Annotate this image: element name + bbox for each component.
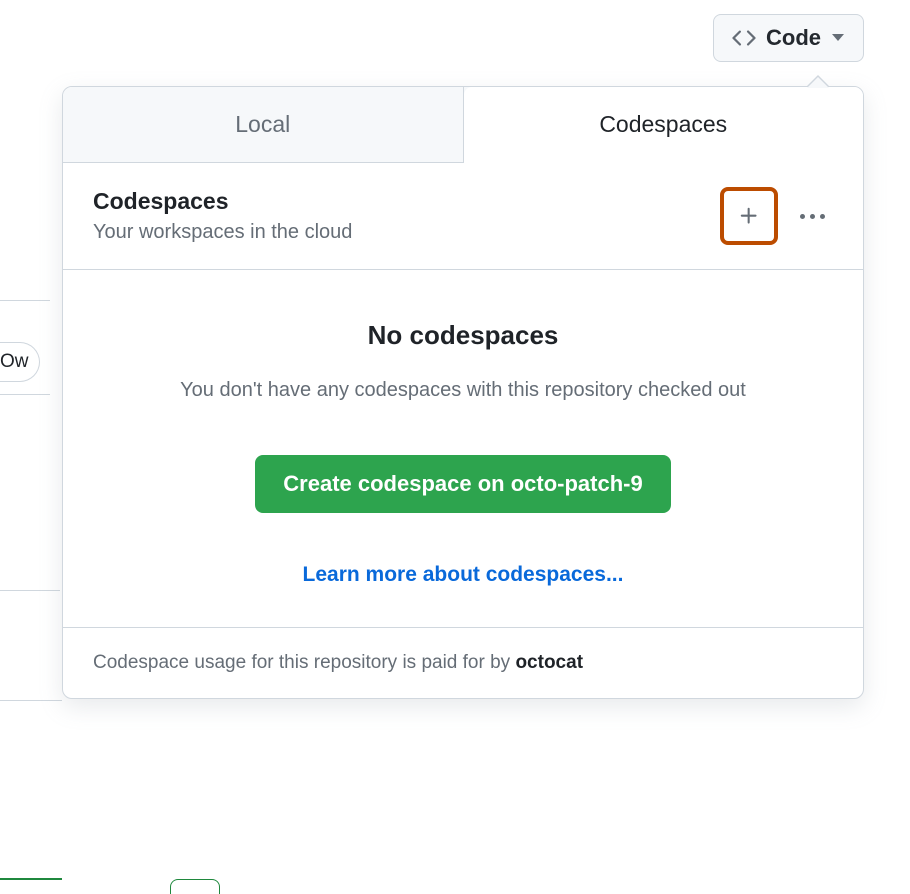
dot-icon — [810, 214, 815, 219]
kebab-menu-button[interactable] — [792, 206, 833, 227]
code-icon — [732, 26, 756, 50]
create-codespace-button[interactable]: Create codespace on octo-patch-9 — [255, 455, 670, 513]
add-codespace-button[interactable] — [720, 187, 778, 245]
codespaces-header: Codespaces Your workspaces in the cloud — [63, 163, 863, 270]
tab-local[interactable]: Local — [63, 87, 464, 163]
empty-description: You don't have any codespaces with this … — [93, 375, 833, 405]
bg-button-fragment — [170, 879, 220, 894]
empty-state: No codespaces You don't have any codespa… — [63, 270, 863, 628]
header-title: Codespaces — [93, 188, 352, 215]
plus-icon — [738, 205, 760, 227]
header-text: Codespaces Your workspaces in the cloud — [93, 188, 352, 244]
bg-border-green — [0, 700, 62, 880]
bg-pill-fragment: Ow — [0, 342, 40, 382]
tab-codespaces[interactable]: Codespaces — [464, 87, 864, 163]
dot-icon — [800, 214, 805, 219]
footer: Codespace usage for this repository is p… — [63, 628, 863, 698]
dot-icon — [820, 214, 825, 219]
code-button[interactable]: Code — [713, 14, 864, 62]
footer-owner: octocat — [515, 652, 583, 673]
header-subtitle: Your workspaces in the cloud — [93, 221, 352, 244]
empty-title: No codespaces — [93, 320, 833, 351]
footer-text: Codespace usage for this repository is p… — [93, 652, 515, 673]
chevron-down-icon — [831, 34, 845, 42]
code-button-label: Code — [766, 25, 821, 51]
code-popover: Local Codespaces Codespaces Your workspa… — [62, 86, 864, 699]
tabs: Local Codespaces — [63, 87, 863, 163]
bg-border — [0, 590, 60, 591]
header-actions — [720, 187, 833, 245]
popover-caret — [806, 75, 830, 87]
learn-more-link[interactable]: Learn more about codespaces... — [93, 563, 833, 587]
